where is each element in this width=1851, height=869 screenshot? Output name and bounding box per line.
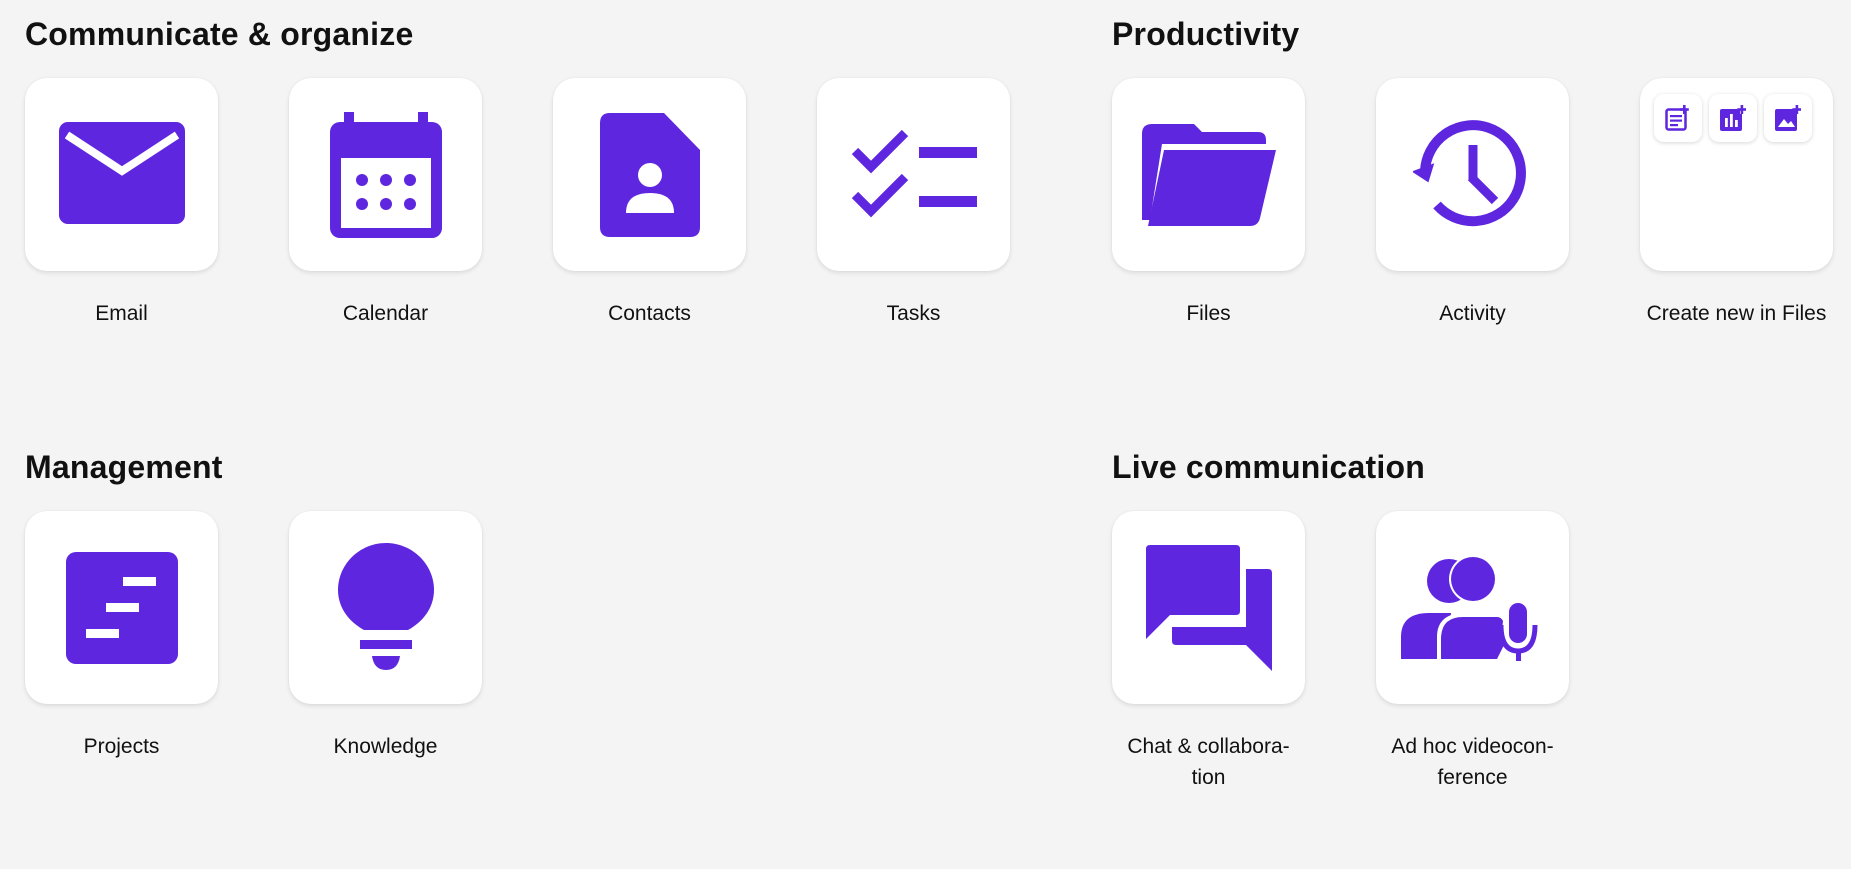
chat-label: Chat & collabora- tion (1127, 731, 1289, 793)
folder-open-icon (1141, 123, 1276, 226)
tile-group: Projects Knowledge (25, 511, 482, 762)
calendar-label: Calendar (342, 302, 429, 325)
new-image-button[interactable] (1764, 94, 1812, 142)
email-label: Email (95, 302, 148, 325)
videoconference-label-line1: Ad hoc videocon- (1391, 735, 1554, 758)
tasks-card[interactable] (817, 78, 1010, 271)
chat-label-line1: Chat & collabora- (1127, 735, 1290, 758)
video-conference-icon (1400, 554, 1537, 661)
tasks-tile[interactable]: Tasks (817, 78, 1010, 329)
videoconference-card[interactable] (1376, 511, 1569, 704)
email-card[interactable] (25, 78, 218, 271)
knowledge-label: Knowledge (333, 735, 438, 758)
contacts-tile[interactable]: Contacts (553, 78, 746, 329)
history-clock-icon (1412, 119, 1526, 226)
tile-group: Files Activity Create new in Files (1112, 78, 1833, 329)
create-new-label: Create new in Files (1646, 302, 1827, 325)
chat-card[interactable] (1112, 511, 1305, 704)
new-image-icon (1775, 105, 1801, 131)
activity-tile[interactable]: Activity (1376, 78, 1569, 329)
new-spreadsheet-button[interactable] (1709, 94, 1757, 142)
projects-tile[interactable]: Projects (25, 511, 218, 762)
activity-card[interactable] (1376, 78, 1569, 271)
tasks-label: Tasks (886, 302, 941, 325)
section-title: Productivity (1112, 16, 1300, 52)
new-spreadsheet-icon (1720, 105, 1746, 131)
section-title: Management (25, 449, 223, 485)
email-tile[interactable]: Email (25, 78, 218, 329)
envelope-icon (58, 121, 185, 224)
videoconference-tile[interactable]: Ad hoc videocon- ference (1376, 511, 1569, 793)
knowledge-tile[interactable]: Knowledge (289, 511, 482, 762)
section-title: Communicate & organize (25, 16, 414, 52)
chat-label-line2: tion (1191, 766, 1226, 789)
project-board-icon (65, 551, 178, 664)
create-new-actions (1654, 94, 1812, 142)
lightbulb-icon (337, 542, 434, 670)
tile-group: Chat & collabora- tion Ad hoc videocon- … (1112, 511, 1569, 793)
contact-card-icon (599, 112, 700, 237)
projects-label: Projects (83, 735, 160, 758)
create-new-card (1640, 78, 1833, 271)
projects-card[interactable] (25, 511, 218, 704)
calendar-card[interactable] (289, 78, 482, 271)
files-label: Files (1186, 302, 1231, 325)
section-title: Live communication (1112, 449, 1425, 485)
tile-group: Email Calendar Contacts Tasks (25, 78, 1010, 329)
calendar-tile[interactable]: Calendar (289, 78, 482, 329)
videoconference-label: Ad hoc videocon- ference (1391, 731, 1553, 793)
create-new-tile[interactable]: Create new in Files (1640, 78, 1833, 329)
knowledge-card[interactable] (289, 511, 482, 704)
checklist-icon (851, 129, 977, 217)
activity-label: Activity (1439, 302, 1506, 325)
new-document-icon (1665, 105, 1689, 131)
chat-bubbles-icon (1145, 544, 1272, 671)
contacts-label: Contacts (608, 302, 691, 325)
files-tile[interactable]: Files (1112, 78, 1305, 329)
chat-tile[interactable]: Chat & collabora- tion (1112, 511, 1305, 793)
calendar-icon (329, 111, 442, 238)
contacts-card[interactable] (553, 78, 746, 271)
new-document-button[interactable] (1654, 94, 1702, 142)
videoconference-label-line2: ference (1437, 766, 1508, 789)
files-card[interactable] (1112, 78, 1305, 271)
